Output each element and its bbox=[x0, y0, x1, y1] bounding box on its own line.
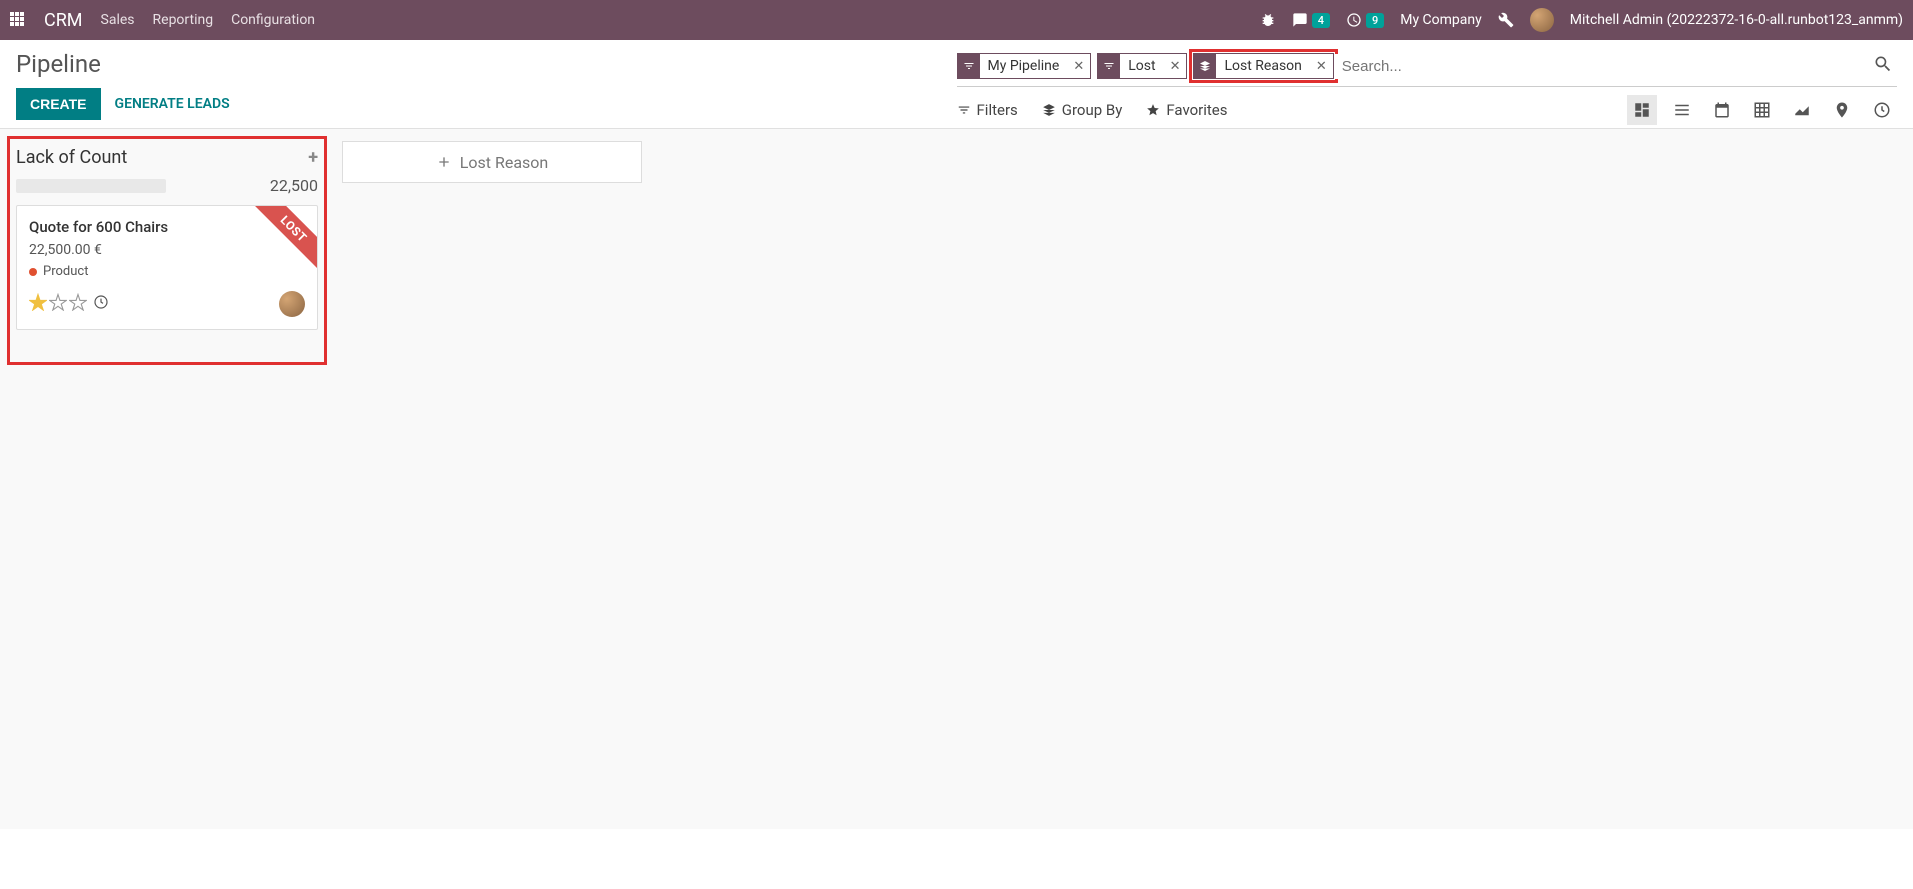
add-column-label: Lost Reason bbox=[460, 153, 548, 172]
nav-reporting[interactable]: Reporting bbox=[153, 12, 214, 28]
list-view-icon[interactable] bbox=[1667, 95, 1697, 125]
star-icon[interactable] bbox=[49, 293, 67, 315]
tag-label: Product bbox=[43, 264, 88, 279]
close-icon[interactable]: ✕ bbox=[1067, 59, 1090, 74]
activity-badge: 9 bbox=[1366, 13, 1384, 28]
progress-bar[interactable] bbox=[16, 179, 166, 193]
close-icon[interactable]: ✕ bbox=[1164, 59, 1187, 74]
plus-icon[interactable]: + bbox=[308, 147, 318, 168]
chat-icon[interactable]: 4 bbox=[1292, 12, 1330, 28]
control-panel: Pipeline CREATE GENERATE LEADS My Pipeli… bbox=[0, 40, 1913, 129]
nav-sales[interactable]: Sales bbox=[101, 12, 135, 28]
options-row: Filters Group By Favorites bbox=[957, 95, 1898, 125]
control-panel-left: Pipeline CREATE GENERATE LEADS bbox=[16, 50, 957, 128]
groupby-label: Group By bbox=[1062, 101, 1123, 119]
nav-configuration[interactable]: Configuration bbox=[231, 12, 315, 28]
card-tag: Product bbox=[29, 264, 305, 279]
user-name[interactable]: Mitchell Admin (20222372-16-0-all.runbot… bbox=[1570, 12, 1903, 28]
app-name[interactable]: CRM bbox=[44, 10, 83, 31]
groupby-button[interactable]: Group By bbox=[1042, 97, 1123, 123]
apps-icon[interactable] bbox=[10, 12, 26, 28]
column-total: 22,500 bbox=[270, 176, 318, 195]
facet-lost[interactable]: Lost ✕ bbox=[1097, 53, 1187, 79]
card-amount: 22,500.00 € bbox=[29, 242, 305, 258]
filters-button[interactable]: Filters bbox=[957, 97, 1018, 123]
priority-stars[interactable] bbox=[29, 293, 87, 315]
filter-icon bbox=[958, 54, 980, 78]
view-switcher bbox=[1627, 95, 1897, 125]
map-view-icon[interactable] bbox=[1827, 95, 1857, 125]
favorites-button[interactable]: Favorites bbox=[1146, 97, 1227, 123]
tag-dot-icon bbox=[29, 268, 37, 276]
search-input[interactable] bbox=[1334, 54, 1869, 79]
column-subheader: 22,500 bbox=[12, 174, 322, 205]
favorites-label: Favorites bbox=[1166, 101, 1227, 119]
navbar: CRM Sales Reporting Configuration 4 9 My… bbox=[0, 0, 1913, 40]
page-title: Pipeline bbox=[16, 50, 957, 78]
activity-view-icon[interactable] bbox=[1867, 95, 1897, 125]
search-facets: My Pipeline ✕ Lost ✕ Lost Reason ✕ bbox=[957, 53, 1334, 79]
card-avatar[interactable] bbox=[279, 291, 305, 317]
kanban-card[interactable]: LOST Quote for 600 Chairs 22,500.00 € Pr… bbox=[16, 205, 318, 330]
star-icon[interactable] bbox=[29, 293, 47, 315]
facet-my-pipeline[interactable]: My Pipeline ✕ bbox=[957, 53, 1092, 79]
kanban-view-icon[interactable] bbox=[1627, 95, 1657, 125]
graph-view-icon[interactable] bbox=[1787, 95, 1817, 125]
card-title: Quote for 600 Chairs bbox=[29, 218, 305, 236]
navbar-left: CRM Sales Reporting Configuration bbox=[10, 10, 315, 31]
navbar-right: 4 9 My Company Mitchell Admin (20222372-… bbox=[1260, 8, 1903, 32]
search-row: My Pipeline ✕ Lost ✕ Lost Reason ✕ bbox=[957, 50, 1898, 87]
facet-label: Lost Reason bbox=[1216, 58, 1309, 74]
chat-badge: 4 bbox=[1312, 13, 1330, 28]
bug-icon[interactable] bbox=[1260, 12, 1276, 28]
filter-icon bbox=[1098, 54, 1120, 78]
layers-icon bbox=[1194, 54, 1216, 78]
facet-label: Lost bbox=[1120, 58, 1163, 74]
options-left: Filters Group By Favorites bbox=[957, 97, 1228, 123]
clock-icon[interactable]: 9 bbox=[1346, 12, 1384, 28]
close-icon[interactable]: ✕ bbox=[1310, 59, 1333, 74]
pivot-view-icon[interactable] bbox=[1747, 95, 1777, 125]
facet-label: My Pipeline bbox=[980, 58, 1068, 74]
add-column-button[interactable]: Lost Reason bbox=[342, 141, 642, 183]
filters-label: Filters bbox=[977, 101, 1018, 119]
company-selector[interactable]: My Company bbox=[1400, 12, 1482, 28]
star-icon[interactable] bbox=[69, 293, 87, 315]
tools-icon[interactable] bbox=[1498, 12, 1514, 28]
column-header[interactable]: Lack of Count + bbox=[12, 141, 322, 174]
buttons-row: CREATE GENERATE LEADS bbox=[16, 88, 957, 120]
user-avatar[interactable] bbox=[1530, 8, 1554, 32]
facet-lost-reason[interactable]: Lost Reason ✕ bbox=[1193, 53, 1333, 79]
card-footer bbox=[29, 291, 305, 317]
activity-clock-icon[interactable] bbox=[93, 294, 109, 314]
kanban-column-lack-of-count: Lack of Count + 22,500 LOST Quote for 60… bbox=[12, 141, 322, 360]
calendar-view-icon[interactable] bbox=[1707, 95, 1737, 125]
kanban-body: Lack of Count + 22,500 LOST Quote for 60… bbox=[0, 129, 1913, 829]
search-icon[interactable] bbox=[1869, 50, 1897, 82]
control-panel-right: My Pipeline ✕ Lost ✕ Lost Reason ✕ bbox=[957, 50, 1898, 128]
column-title: Lack of Count bbox=[16, 147, 308, 168]
generate-leads-button[interactable]: GENERATE LEADS bbox=[115, 96, 230, 112]
create-button[interactable]: CREATE bbox=[16, 88, 101, 120]
